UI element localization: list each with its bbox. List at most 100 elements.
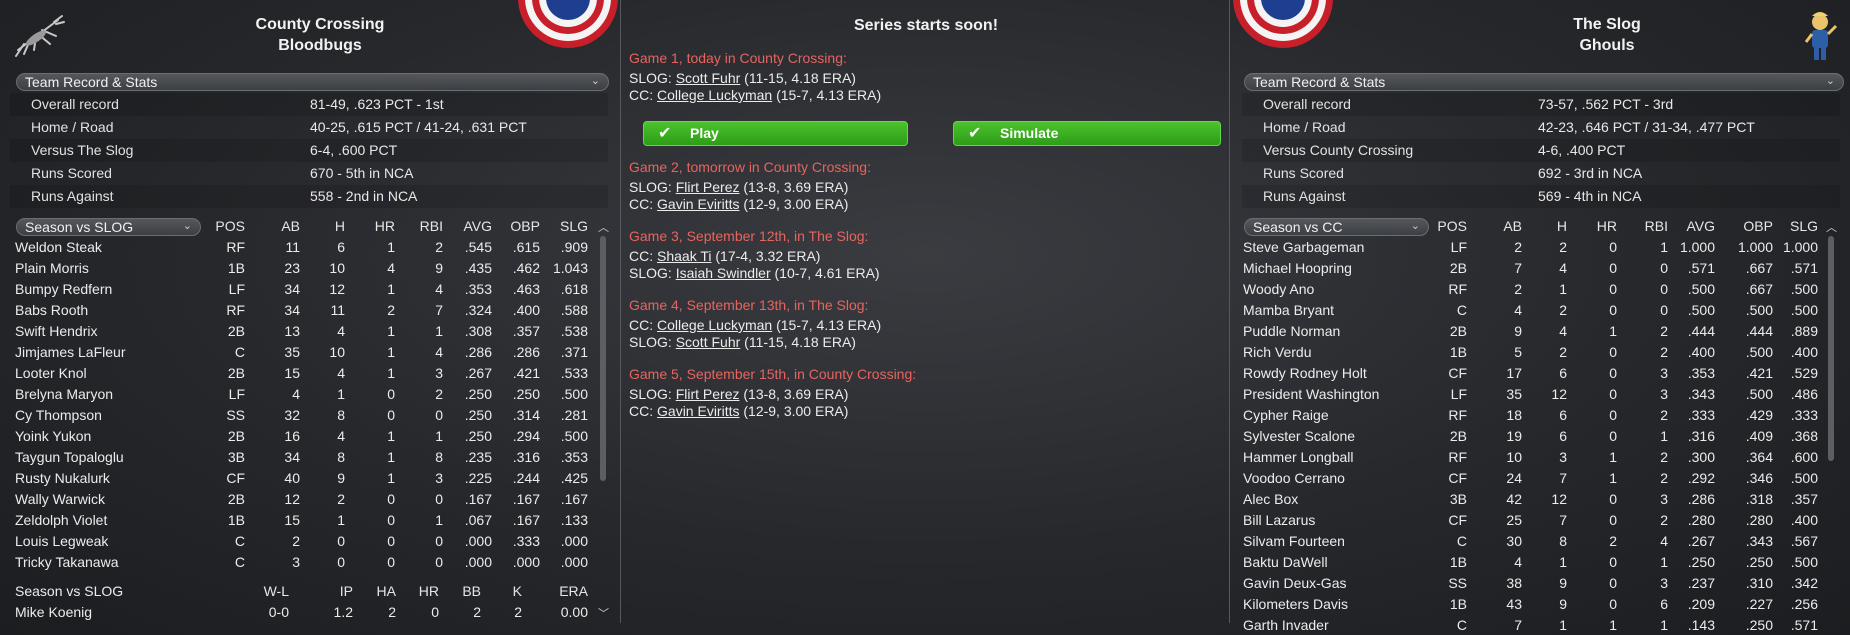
- stat-cell: 9: [337, 470, 345, 486]
- player-name[interactable]: Michael Hoopring: [1243, 260, 1352, 276]
- stat-cell: .400: [1687, 344, 1715, 360]
- column-header[interactable]: H: [1557, 218, 1567, 234]
- column-header[interactable]: BB: [462, 583, 481, 599]
- column-header[interactable]: HR: [1597, 218, 1617, 234]
- player-name[interactable]: Plain Morris: [15, 260, 89, 276]
- pitcher-link[interactable]: Shaak Ti: [657, 248, 711, 264]
- player-name[interactable]: Babs Rooth: [15, 302, 88, 318]
- column-header[interactable]: SLG: [560, 218, 588, 234]
- column-header[interactable]: HA: [377, 583, 396, 599]
- column-header[interactable]: POS: [215, 218, 245, 234]
- player-name[interactable]: Louis Legweak: [15, 533, 108, 549]
- pitcher-link[interactable]: Gavin Eviritts: [657, 403, 739, 419]
- team-record-dropdown[interactable]: Team Record & Stats ⌄: [1244, 73, 1844, 91]
- stat-cell: 34: [284, 449, 300, 465]
- column-header[interactable]: H: [335, 218, 345, 234]
- batting-scrollbar[interactable]: [1828, 236, 1834, 461]
- column-header[interactable]: SLG: [1790, 218, 1818, 234]
- stat-cell: 3B: [1449, 491, 1467, 507]
- stat-cell: 0: [435, 554, 443, 570]
- column-header[interactable]: AB: [1503, 218, 1522, 234]
- player-name[interactable]: Woody Ano: [1243, 281, 1314, 297]
- scroll-down-icon[interactable]: ﹀: [598, 605, 609, 621]
- stat-cell: 15: [284, 512, 300, 528]
- player-name[interactable]: Bill Lazarus: [1243, 512, 1315, 528]
- stat-cell: 34: [284, 281, 300, 297]
- scroll-up-icon[interactable]: ︿: [1826, 219, 1837, 235]
- column-header[interactable]: HR: [419, 583, 439, 599]
- stat-cell: .667: [1745, 281, 1773, 297]
- player-name[interactable]: Wally Warwick: [15, 491, 105, 507]
- player-name[interactable]: Brelyna Maryon: [15, 386, 113, 402]
- player-name[interactable]: Silvam Fourteen: [1243, 533, 1345, 549]
- stat-cell: .400: [1790, 512, 1818, 528]
- stat-cell: 1: [435, 323, 443, 339]
- pitcher-link[interactable]: Isaiah Swindler: [676, 265, 771, 281]
- player-name[interactable]: President Washington: [1243, 386, 1379, 402]
- player-name[interactable]: Voodoo Cerrano: [1243, 470, 1345, 486]
- pitcher-link[interactable]: Scott Fuhr: [676, 334, 741, 350]
- player-name[interactable]: Puddle Norman: [1243, 323, 1340, 339]
- column-header[interactable]: AVG: [1686, 218, 1715, 234]
- player-name[interactable]: Yoink Yukon: [15, 428, 91, 444]
- player-name[interactable]: Gavin Deux-Gas: [1243, 575, 1346, 591]
- player-name[interactable]: Hammer Longball: [1243, 449, 1354, 465]
- column-header[interactable]: POS: [1437, 218, 1467, 234]
- column-header[interactable]: RBI: [1645, 218, 1668, 234]
- pitcher-link[interactable]: Flirt Perez: [676, 386, 740, 402]
- player-name[interactable]: Rusty Nukalurk: [15, 470, 110, 486]
- column-header[interactable]: ERA: [559, 583, 588, 599]
- player-name[interactable]: Cypher Raige: [1243, 407, 1329, 423]
- player-name[interactable]: Garth Invader: [1243, 617, 1329, 633]
- player-name[interactable]: Mamba Bryant: [1243, 302, 1334, 318]
- player-name[interactable]: Rich Verdu: [1243, 344, 1311, 360]
- pitcher-link[interactable]: Scott Fuhr: [676, 70, 741, 86]
- batting-scrollbar[interactable]: [600, 236, 606, 481]
- column-header[interactable]: IP: [340, 583, 353, 599]
- stat-cell: .318: [1745, 491, 1773, 507]
- stat-cell: 3: [1660, 575, 1668, 591]
- player-name[interactable]: Looter Knol: [15, 365, 87, 381]
- column-header[interactable]: AB: [281, 218, 300, 234]
- stat-cell: .225: [464, 470, 492, 486]
- player-name[interactable]: Tricky Takanawa: [15, 554, 118, 570]
- pitcher-link[interactable]: Gavin Eviritts: [657, 196, 739, 212]
- probable-pitcher-line: CC: Gavin Eviritts (12-9, 3.00 ERA): [629, 196, 848, 212]
- column-header[interactable]: AVG: [463, 218, 492, 234]
- player-name[interactable]: Sylvester Scalone: [1243, 428, 1355, 444]
- player-name[interactable]: Zeldolph Violet: [15, 512, 107, 528]
- column-header[interactable]: RBI: [420, 218, 443, 234]
- pitcher-stats: (13-8, 3.69 ERA): [743, 386, 849, 402]
- play-button[interactable]: ✔ Play: [643, 121, 908, 146]
- team-record-dropdown[interactable]: Team Record & Stats ⌄: [16, 73, 609, 91]
- scroll-up-icon[interactable]: ︿: [598, 219, 609, 235]
- stat-cell: 3: [1559, 449, 1567, 465]
- batting-split-dropdown[interactable]: Season vs CC ⌄: [1244, 218, 1429, 236]
- player-name[interactable]: Kilometers Davis: [1243, 596, 1348, 612]
- pitcher-link[interactable]: College Luckyman: [657, 317, 772, 333]
- column-header[interactable]: OBP: [1743, 218, 1773, 234]
- stat-cell: 4: [1514, 554, 1522, 570]
- column-header[interactable]: OBP: [510, 218, 540, 234]
- player-name[interactable]: Alec Box: [1243, 491, 1298, 507]
- player-name[interactable]: Swift Hendrix: [15, 323, 97, 339]
- pitcher-name[interactable]: Mike Koenig: [15, 604, 92, 620]
- batting-split-dropdown[interactable]: Season vs SLOG ⌄: [16, 218, 201, 236]
- player-name[interactable]: Weldon Steak: [15, 239, 102, 255]
- column-header[interactable]: W-L: [264, 583, 289, 599]
- player-name[interactable]: Jimjames LaFleur: [15, 344, 125, 360]
- player-name[interactable]: Taygun Topaloglu: [15, 449, 124, 465]
- column-header[interactable]: K: [513, 583, 522, 599]
- player-name[interactable]: Bumpy Redfern: [15, 281, 112, 297]
- stat-cell: 3: [435, 470, 443, 486]
- column-header[interactable]: HR: [375, 218, 395, 234]
- stat-cell: 1: [387, 323, 395, 339]
- simulate-button[interactable]: ✔ Simulate: [953, 121, 1221, 146]
- pitcher-link[interactable]: College Luckyman: [657, 87, 772, 103]
- player-name[interactable]: Steve Garbageman: [1243, 239, 1364, 255]
- stat-cell: .425: [560, 470, 588, 486]
- player-name[interactable]: Rowdy Rodney Holt: [1243, 365, 1367, 381]
- pitcher-link[interactable]: Flirt Perez: [676, 179, 740, 195]
- player-name[interactable]: Cy Thompson: [15, 407, 102, 423]
- player-name[interactable]: Baktu DaWell: [1243, 554, 1328, 570]
